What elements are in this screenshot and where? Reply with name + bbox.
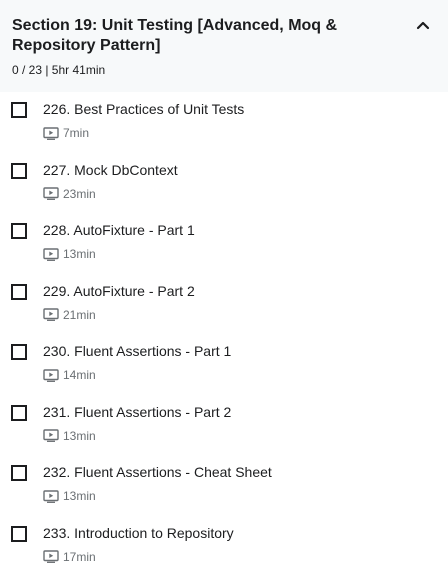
lecture-duration: 7min — [63, 126, 90, 140]
course-content-panel: Section 19: Unit Testing [Advanced, Moq … — [0, 0, 448, 576]
video-icon — [43, 126, 59, 140]
lecture-item[interactable]: 226. Best Practices of Unit Tests 7min — [0, 92, 448, 153]
lecture-checkbox[interactable] — [11, 223, 27, 239]
section-progress: 0 / 23 | 5hr 41min — [12, 63, 106, 77]
lecture-checkbox[interactable] — [11, 344, 27, 360]
video-icon — [43, 368, 59, 382]
lecture-duration: 17min — [63, 549, 96, 564]
lecture-item[interactable]: 232. Fluent Assertions - Cheat Sheet 13m… — [0, 455, 448, 516]
lecture-title: 229. AutoFixture - Part 2 — [43, 282, 195, 299]
lecture-title: 228. AutoFixture - Part 1 — [43, 222, 195, 238]
lecture-title: 230. Fluent Assertions - Part 1 — [43, 343, 232, 359]
lecture-duration: 13min — [63, 428, 96, 443]
section-title: Section 19: Unit Testing [Advanced, Moq … — [12, 17, 338, 54]
lecture-item[interactable]: 228. AutoFixture - Part 1 13min — [0, 213, 448, 274]
lecture-title: 232. Fluent Assertions - Cheat Sheet — [43, 464, 272, 480]
lecture-duration: 21min — [63, 307, 96, 322]
lecture-title: 227. Mock DbContext — [43, 161, 178, 178]
lecture-list: 226. Best Practices of Unit Tests 7min 2… — [0, 92, 448, 576]
lecture-duration: 14min — [63, 368, 96, 382]
lecture-item[interactable]: 229. AutoFixture - Part 2 21min — [0, 274, 448, 335]
lecture-checkbox[interactable] — [11, 162, 27, 179]
video-icon — [43, 550, 59, 563]
video-icon — [43, 489, 59, 503]
lecture-title: 233. Introduction to Repository — [43, 524, 234, 541]
lecture-duration: 23min — [63, 186, 96, 201]
lecture-duration: 13min — [63, 489, 96, 503]
video-icon — [43, 247, 59, 261]
video-icon — [43, 429, 59, 442]
lecture-checkbox[interactable] — [11, 404, 27, 421]
video-icon — [43, 308, 59, 321]
lecture-duration: 13min — [63, 247, 96, 261]
chevron-up-icon[interactable] — [416, 20, 430, 30]
section-header[interactable]: Section 19: Unit Testing [Advanced, Moq … — [0, 0, 448, 92]
lecture-checkbox[interactable] — [11, 102, 27, 118]
lecture-item[interactable]: 227. Mock DbContext 23min — [0, 153, 448, 214]
video-icon — [43, 187, 59, 200]
lecture-item[interactable]: 233. Introduction to Repository 17min — [0, 516, 448, 576]
lecture-checkbox[interactable] — [11, 525, 27, 542]
lecture-checkbox[interactable] — [11, 283, 27, 300]
lecture-item[interactable]: 230. Fluent Assertions - Part 1 14min — [0, 334, 448, 395]
lecture-title: 231. Fluent Assertions - Part 2 — [43, 403, 232, 420]
lecture-checkbox[interactable] — [11, 465, 27, 481]
lecture-item[interactable]: 231. Fluent Assertions - Part 2 13min — [0, 395, 448, 456]
lecture-title: 226. Best Practices of Unit Tests — [43, 101, 245, 117]
